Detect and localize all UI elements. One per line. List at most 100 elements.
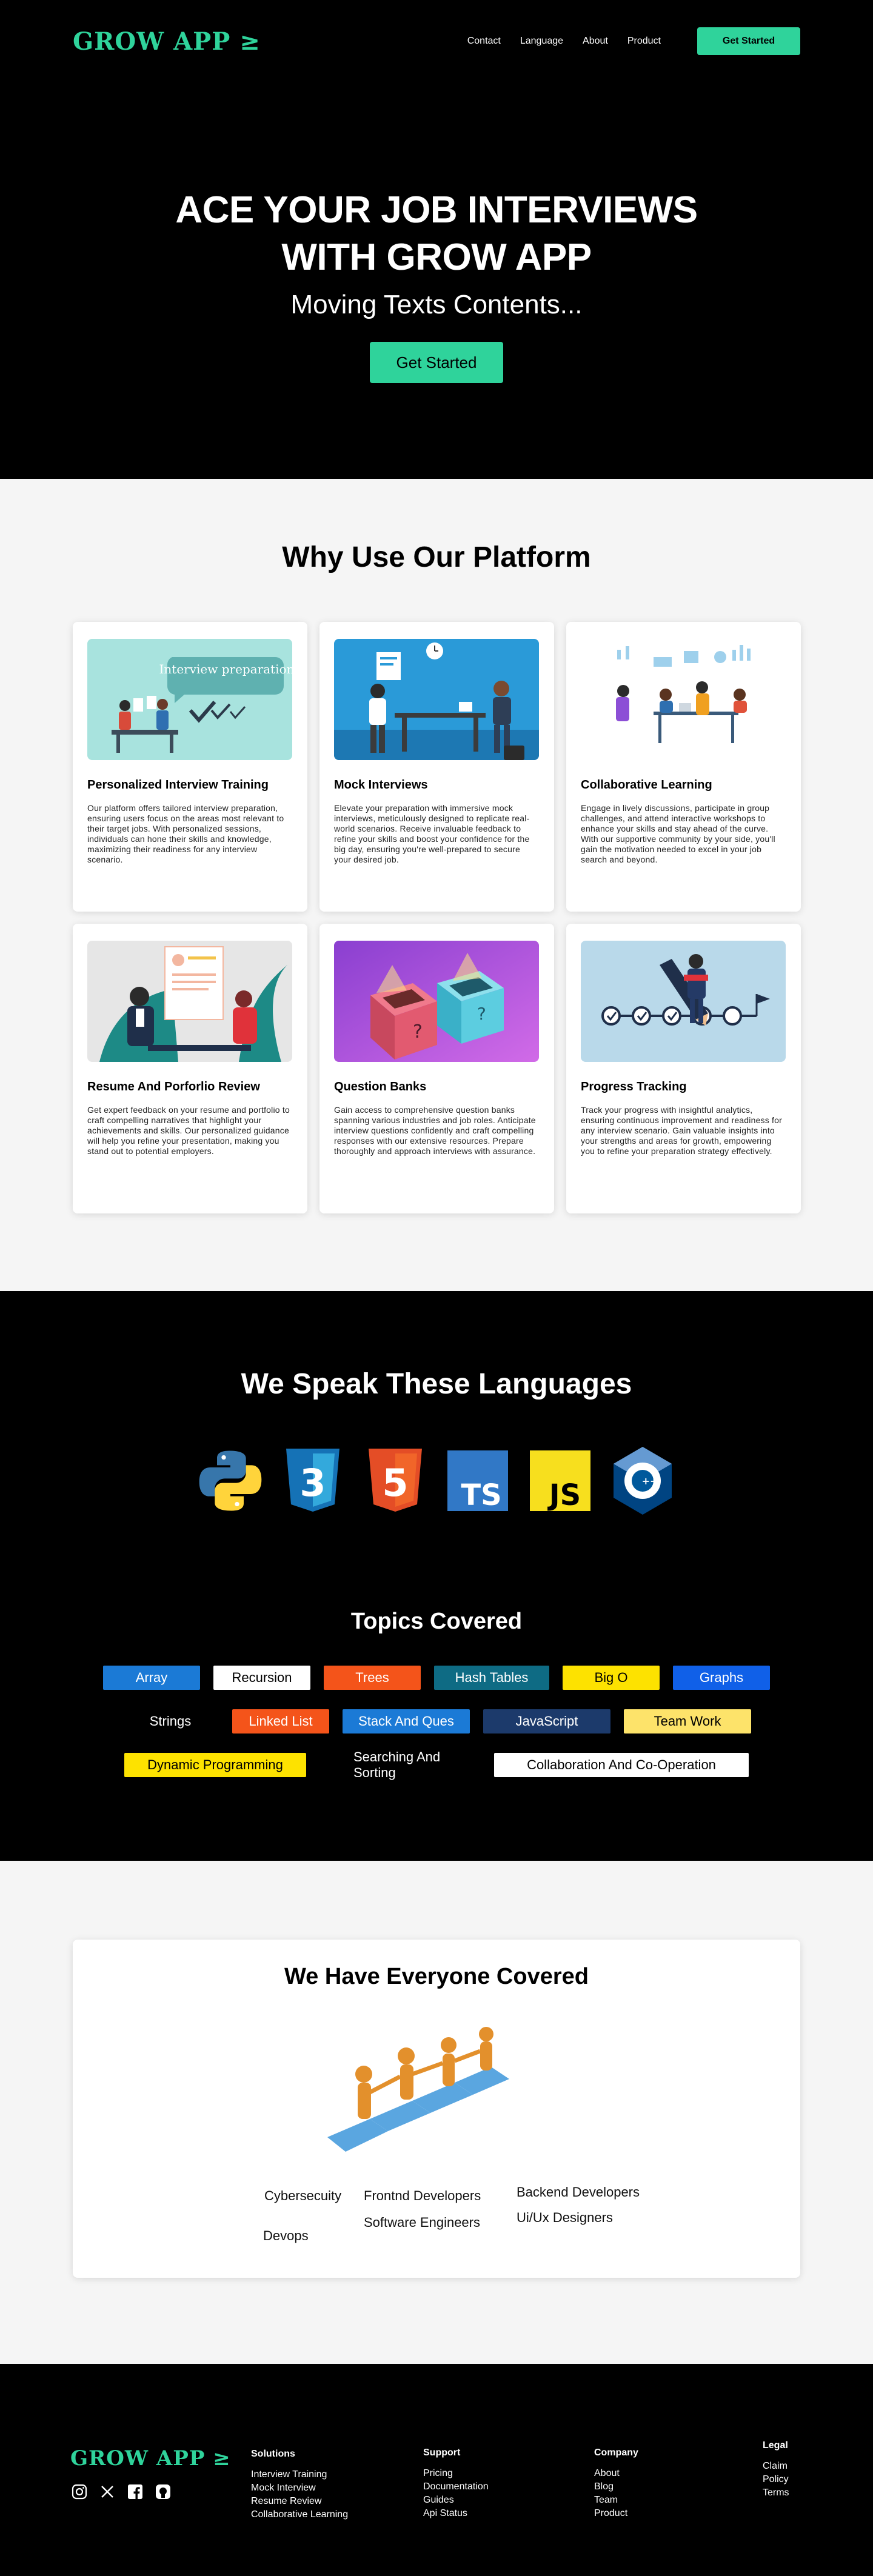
nav-link-product[interactable]: Product: [627, 36, 661, 47]
javascript-badge: JS: [547, 1478, 581, 1511]
footer-link[interactable]: Terms: [763, 2486, 789, 2500]
x-icon[interactable]: [99, 2484, 115, 2500]
footer-link[interactable]: Team: [594, 2494, 638, 2507]
topic-chip[interactable]: Recursion: [213, 1666, 310, 1690]
footer-link[interactable]: Claim: [763, 2460, 789, 2473]
footer: GROW APP ≥ Solutions Interview Training …: [0, 2364, 873, 2576]
footer-link[interactable]: Interview Training: [251, 2468, 348, 2481]
feature-title: Mock Interviews: [334, 778, 428, 792]
footer-link[interactable]: Resume Review: [251, 2495, 348, 2508]
svg-text:?: ?: [477, 1004, 486, 1024]
footer-heading-support: Support: [423, 2448, 461, 2458]
feature-description: Gain access to comprehensive question ba…: [334, 1105, 536, 1156]
feature-card-progress[interactable]: Progress Tracking Track your progress wi…: [566, 924, 801, 1213]
topic-chip[interactable]: JavaScript: [483, 1709, 610, 1733]
topic-row-3: Dynamic Programming Searching And Sorting…: [0, 1749, 873, 1780]
covered-card: We Have Everyone Covered Cybersecuity De…: [73, 1940, 800, 2278]
instagram-icon[interactable]: [72, 2484, 87, 2500]
facebook-icon[interactable]: [127, 2484, 143, 2500]
footer-col-company: Company About Blog Team Product: [594, 2448, 638, 2520]
footer-heading-legal: Legal: [763, 2440, 788, 2451]
footer-logo[interactable]: GROW APP ≥: [70, 2446, 231, 2471]
collaborative-learning-illustration: [581, 639, 786, 760]
teamwork-puzzle-illustration: [327, 2016, 534, 2165]
logo[interactable]: GROW APP ≥: [73, 27, 261, 56]
feature-card-collaborative[interactable]: Collaborative Learning Engage in lively …: [566, 622, 801, 912]
footer-link[interactable]: Mock Interview: [251, 2481, 348, 2495]
role-cybersecurity: Cybersecuity: [264, 2188, 342, 2203]
feature-description: Get expert feedback on your resume and p…: [87, 1105, 290, 1156]
feature-title: Collaborative Learning: [581, 778, 712, 792]
python-icon: [197, 1444, 264, 1517]
feature-grid: Interview preparation Personalized Inter…: [73, 622, 801, 1213]
topic-chip[interactable]: Team Work: [624, 1709, 751, 1733]
role-uiux-designers: Ui/Ux Designers: [517, 2210, 613, 2225]
footer-heading-company: Company: [594, 2448, 638, 2458]
css3-badge: 3: [299, 1461, 326, 1505]
progress-tracking-illustration: [581, 941, 786, 1062]
topics-title: Topics Covered: [350, 1609, 523, 1634]
feature-description: Track your progress with insightful anal…: [581, 1105, 782, 1156]
role-software-engineers: Software Engineers: [364, 2215, 480, 2230]
why-title: Why Use Our Platform: [282, 541, 591, 573]
javascript-icon: JS: [527, 1444, 594, 1517]
why-section: Why Use Our Platform Interview preparati…: [0, 479, 873, 1291]
footer-link[interactable]: Pricing: [423, 2467, 489, 2480]
topic-chip[interactable]: Array: [103, 1666, 200, 1690]
hero-section: GROW APP ≥ Contact Language About Produc…: [0, 0, 873, 479]
covered-section: We Have Everyone Covered Cybersecuity De…: [0, 1861, 873, 2364]
topic-chip[interactable]: Hash Tables: [434, 1666, 549, 1690]
languages-section: We Speak These Languages 3 5 TS JS ++ To…: [0, 1291, 873, 1861]
feature-card-training[interactable]: Interview preparation Personalized Inter…: [73, 622, 307, 912]
topic-chip[interactable]: Strings: [122, 1709, 219, 1733]
feature-description: Engage in lively discussions, participat…: [581, 803, 775, 864]
footer-col-solutions: Solutions Interview Training Mock Interv…: [251, 2449, 348, 2521]
languages-title: We Speak These Languages: [241, 1368, 632, 1400]
resume-review-illustration: [87, 941, 292, 1062]
nav-link-contact[interactable]: Contact: [467, 36, 501, 47]
footer-link[interactable]: Product: [594, 2507, 638, 2520]
topic-chip[interactable]: Dynamic Programming: [124, 1753, 306, 1777]
topic-chip[interactable]: Searching And Sorting: [343, 1749, 458, 1780]
github-icon[interactable]: [155, 2484, 171, 2500]
topic-chip[interactable]: Big O: [563, 1666, 660, 1690]
interview-preparation-illustration: Interview preparation: [87, 639, 292, 760]
nav-links: Contact Language About Product Get Start…: [467, 27, 800, 55]
nav-link-about[interactable]: About: [583, 36, 608, 47]
feature-description: Our platform offers tailored interview p…: [87, 803, 284, 864]
hero-get-started-button[interactable]: Get Started: [370, 342, 503, 383]
feature-card-mock-interviews[interactable]: Mock Interviews Elevate your preparation…: [319, 622, 554, 912]
footer-link[interactable]: Collaborative Learning: [251, 2508, 348, 2521]
feature-title: Question Banks: [334, 1080, 427, 1093]
topic-chip[interactable]: Graphs: [673, 1666, 770, 1690]
interview-preparation-caption: Interview preparation: [159, 662, 293, 676]
cplusplus-icon: ++: [609, 1444, 676, 1517]
covered-title: We Have Everyone Covered: [284, 1964, 589, 1989]
feature-card-question-banks[interactable]: ? ? Question Banks Gain access to compre…: [319, 924, 554, 1213]
nav-link-language[interactable]: Language: [520, 36, 563, 47]
language-icons: 3 5 TS JS ++: [0, 1444, 873, 1517]
footer-link[interactable]: Policy: [763, 2473, 789, 2486]
topic-chip[interactable]: Stack And Ques: [343, 1709, 470, 1733]
footer-link[interactable]: Blog: [594, 2480, 638, 2494]
footer-heading-solutions: Solutions: [251, 2449, 295, 2459]
topic-row-2: Strings Linked List Stack And Ques JavaScri…: [0, 1709, 873, 1733]
nav-get-started-button[interactable]: Get Started: [697, 27, 800, 55]
footer-link[interactable]: Documentation: [423, 2480, 489, 2494]
feature-description: Elevate your preparation with immersive …: [334, 803, 530, 864]
topic-chip[interactable]: Trees: [324, 1666, 421, 1690]
footer-link[interactable]: About: [594, 2467, 638, 2480]
topic-chip[interactable]: Linked List: [232, 1709, 329, 1733]
footer-link[interactable]: Guides: [423, 2494, 489, 2507]
topic-chip[interactable]: Collaboration And Co-Operation: [494, 1753, 749, 1777]
question-banks-illustration: ? ?: [334, 941, 539, 1062]
social-links: [72, 2484, 171, 2500]
role-devops: Devops: [263, 2228, 309, 2243]
feature-title: Personalized Interview Training: [87, 778, 269, 792]
footer-link[interactable]: Api Status: [423, 2507, 489, 2520]
feature-card-resume[interactable]: Resume And Porforlio Review Get expert f…: [73, 924, 307, 1213]
footer-col-support: Support Pricing Documentation Guides Api…: [423, 2448, 489, 2520]
hero-subtitle: Moving Texts Contents...: [290, 290, 583, 319]
mock-interview-illustration: [334, 639, 539, 760]
html5-badge: 5: [382, 1461, 408, 1505]
